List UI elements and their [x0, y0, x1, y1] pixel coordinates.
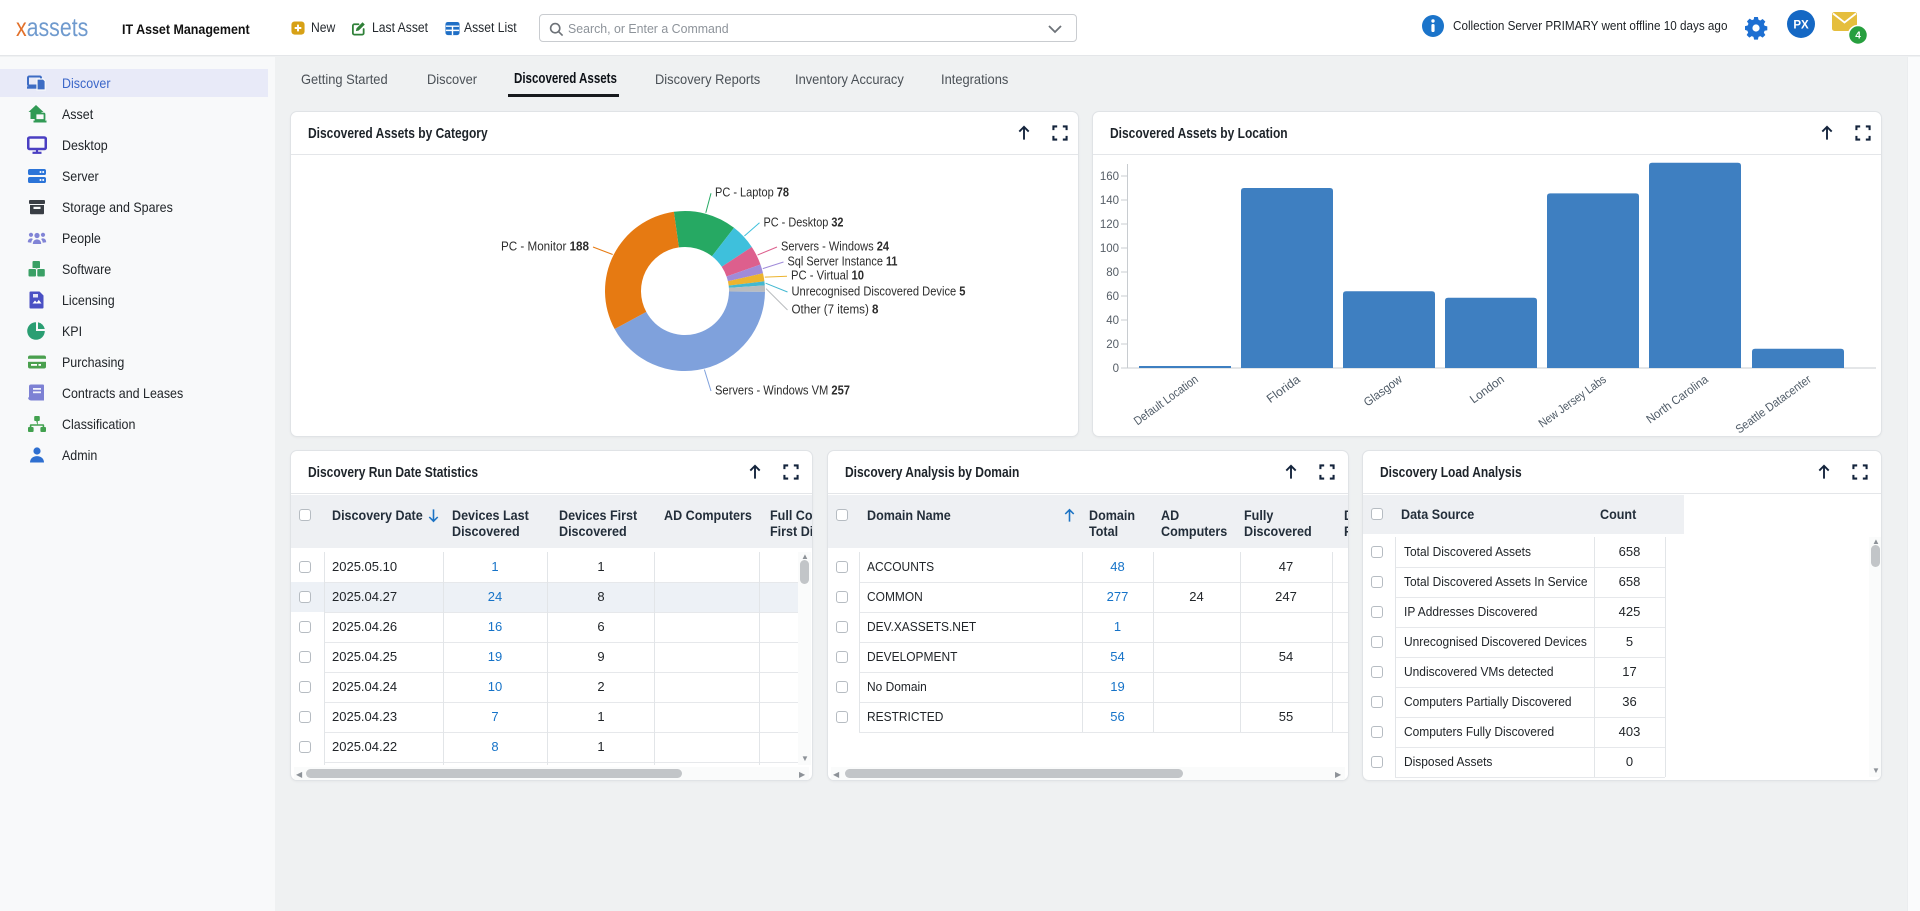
svg-text:20: 20: [1106, 339, 1119, 351]
svg-text:100: 100: [1100, 243, 1119, 255]
svg-text:Servers - Windows 24: Servers - Windows 24: [781, 239, 890, 254]
svg-text:PC - Laptop 78: PC - Laptop 78: [715, 185, 789, 200]
svg-text:PX: PX: [1793, 20, 1809, 32]
svg-text:140: 140: [1100, 195, 1119, 207]
svg-text:120: 120: [1100, 219, 1119, 231]
svg-text:Seattle Datacenter: Seattle Datacenter: [1733, 372, 1814, 436]
svg-text:Glasgow: Glasgow: [1361, 372, 1405, 409]
svg-text:London: London: [1467, 372, 1507, 406]
svg-text:80: 80: [1106, 267, 1119, 279]
svg-text:North Carolina: North Carolina: [1643, 372, 1711, 426]
svg-text:PC - Monitor 188: PC - Monitor 188: [501, 239, 589, 254]
svg-text:Other (7 items) 8: Other (7 items) 8: [792, 302, 879, 317]
svg-text:Unrecognised Discovered Device: Unrecognised Discovered Device 5: [792, 284, 966, 299]
svg-text:PC - Virtual 10: PC - Virtual 10: [791, 268, 864, 283]
svg-text:Sql Server Instance 11: Sql Server Instance 11: [788, 254, 898, 269]
svg-text:Florida: Florida: [1264, 372, 1303, 406]
svg-text:New Jersey Labs: New Jersey Labs: [1536, 372, 1609, 430]
svg-text:40: 40: [1106, 315, 1119, 327]
svg-text:PC - Desktop 32: PC - Desktop 32: [764, 214, 844, 229]
svg-text:Default Location: Default Location: [1131, 372, 1201, 428]
svg-text:4: 4: [1855, 31, 1861, 42]
svg-text:60: 60: [1106, 291, 1119, 303]
svg-text:Servers - Windows VM 257: Servers - Windows VM 257: [715, 383, 850, 398]
svg-text:0: 0: [1113, 363, 1119, 375]
svg-text:160: 160: [1100, 171, 1119, 183]
